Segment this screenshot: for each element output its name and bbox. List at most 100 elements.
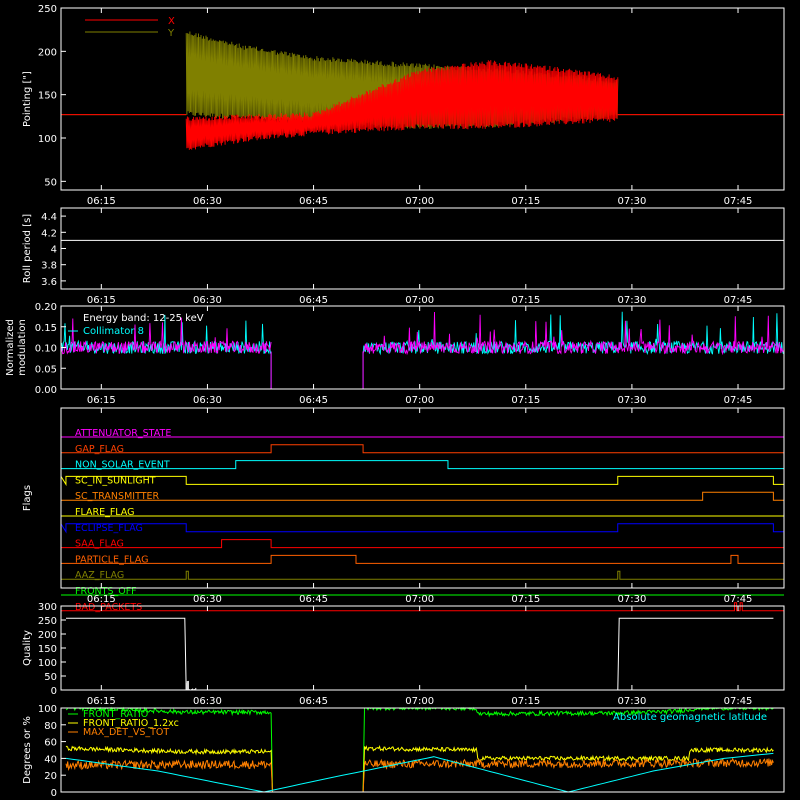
- x-tick-label: 06:15: [87, 696, 116, 707]
- flag-label: FLARE_FLAG: [75, 507, 135, 518]
- y-tick-label: 0: [51, 788, 57, 799]
- y-tick-label: 200: [38, 47, 57, 58]
- flag-label: SC_TRANSMITTER: [75, 491, 160, 502]
- y-tick-label: 0.15: [35, 323, 57, 334]
- series-line: [65, 757, 774, 793]
- x-tick-label: 06:30: [193, 395, 222, 406]
- flag-label: NON_SOLAR_EVENT: [75, 460, 170, 471]
- y-axis-label: Roll period [s]: [22, 214, 33, 283]
- legend-label: Y: [167, 28, 175, 39]
- chart-roll: 3.6 3.8 4 4.2 4.4 06:15 06:30 06:45 07:00 07:15 07…: [22, 207, 785, 306]
- y-axis-label: Normalizedmodulation: [5, 319, 28, 376]
- x-tick-label: 06:15: [87, 395, 116, 406]
- y-tick-label: 0.05: [35, 364, 57, 375]
- y-tick-label: 100: [38, 134, 57, 145]
- y-axis-label: Pointing ["]: [22, 71, 33, 127]
- x-tick-label: 06:45: [299, 594, 328, 605]
- x-tick-label: 07:15: [511, 395, 540, 406]
- y-axis-label: Quality: [22, 630, 33, 666]
- gap-line: [270, 351, 364, 390]
- flag-line: [61, 444, 784, 454]
- x-tick-label: 07:45: [724, 594, 753, 605]
- y-tick-label: 0.10: [35, 344, 57, 355]
- x-tick-label: 07:00: [405, 395, 434, 406]
- y-tick-label: 80: [44, 721, 57, 732]
- series-line: [65, 745, 774, 793]
- x-tick-label: 07:15: [511, 196, 540, 207]
- x-tick-label: 06:30: [193, 295, 222, 306]
- flag-label: AAZ_FLAG: [75, 570, 124, 581]
- flag-line: [60, 523, 784, 534]
- figure: XY5010015020025006:15 06:30 06:45 07:00 07:1…: [5, 4, 785, 799]
- x-tick-label: 07:30: [617, 295, 646, 306]
- x-tick-label: 07:45: [724, 395, 753, 406]
- y-tick-label: 300: [38, 602, 57, 613]
- y-tick-label: 4.4: [41, 212, 57, 223]
- x-tick-label: 07:00: [405, 594, 434, 605]
- x-tick-label: 07:45: [724, 295, 753, 306]
- y-tick-label: 3.8: [41, 261, 57, 272]
- flag-line: [61, 539, 784, 549]
- x-tick-label: 07:30: [617, 696, 646, 707]
- flag-line: [61, 491, 784, 501]
- x-tick-label: 06:15: [87, 594, 116, 605]
- chart-quality: 0 50 100 150 200 250 300 06:15 06:30 06:45 07:00 07…: [22, 602, 785, 707]
- y-axis-label: Degrees or %: [22, 716, 33, 784]
- x-tick-label: 06:45: [299, 696, 328, 707]
- y-tick-label: 250: [38, 616, 57, 627]
- y-tick-label: 60: [44, 738, 57, 749]
- legend-label: Absolute geomagnetic latitude: [613, 712, 767, 723]
- flag-line: [60, 475, 784, 487]
- flag-label: PARTICLE_FLAG: [75, 554, 148, 565]
- x-tick-label: 07:30: [617, 395, 646, 406]
- y-tick-label: 100: [38, 704, 57, 715]
- chart-pointing: XY 50 100 150 200 250 06:15 06:30 06:45 07:00 07:1…: [22, 4, 785, 207]
- chart-modulation: Energy band: 12-25 keV Collimator 8 0.00 0.…: [5, 302, 785, 406]
- y-axis-label: Flags: [22, 485, 33, 511]
- x-tick-label: 07:15: [511, 295, 540, 306]
- y-tick-label: 0: [51, 686, 57, 697]
- flag-label: GAP_FLAG: [75, 444, 124, 455]
- y-tick-label: 150: [38, 644, 57, 655]
- x-tick-label: 06:30: [193, 594, 222, 605]
- y-tick-label: 100: [38, 658, 57, 669]
- annotation: Energy band: 12-25 keV: [83, 313, 204, 324]
- series-x: [61, 60, 784, 150]
- x-tick-label: 07:15: [511, 696, 540, 707]
- legend-label: MAX_DET_VS_TOT: [83, 727, 169, 738]
- y-tick-label: 0.20: [35, 302, 57, 313]
- legend-label: Collimator 8: [83, 326, 144, 337]
- y-tick-label: 0.00: [35, 385, 57, 396]
- flag-label: ECLIPSE_FLAG: [75, 523, 143, 534]
- y-tick-label: 4.2: [41, 228, 57, 239]
- y-tick-label: 50: [44, 672, 57, 683]
- y-tick-label: 200: [38, 630, 57, 641]
- chart-geo: FRONT_RATIOFRONT_RATIO_1.2xcMAX_DET_VS_T…: [22, 704, 785, 799]
- flag-label: SC_IN_SUNLIGHT: [75, 475, 156, 486]
- x-tick-label: 06:45: [299, 196, 328, 207]
- x-tick-label: 06:45: [299, 295, 328, 306]
- flag-line: [61, 570, 784, 580]
- x-tick-label: 07:00: [405, 295, 434, 306]
- y-tick-label: 50: [44, 177, 57, 188]
- x-tick-label: 07:30: [617, 594, 646, 605]
- series-line: [66, 617, 774, 691]
- y-tick-label: 4: [51, 245, 57, 256]
- x-tick-label: 06:15: [87, 196, 116, 207]
- x-tick-label: 07:00: [405, 696, 434, 707]
- x-tick-label: 06:30: [193, 196, 222, 207]
- x-tick-label: 07:45: [724, 696, 753, 707]
- x-tick-label: 07:30: [617, 196, 646, 207]
- y-tick-label: 250: [38, 4, 57, 15]
- y-tick-label: 3.6: [41, 277, 57, 288]
- flag-label: SAA_FLAG: [75, 539, 124, 550]
- y-tick-label: 150: [38, 91, 57, 102]
- x-tick-label: 07:00: [405, 196, 434, 207]
- chart-flags: ATTENUATOR_STATE GAP_FLAG NON_SOLAR_EVENT S…: [22, 407, 785, 613]
- gap-line: [270, 351, 364, 390]
- flag-label: ATTENUATOR_STATE: [75, 428, 171, 439]
- x-tick-label: 06:30: [193, 696, 222, 707]
- flag-line: [61, 554, 784, 564]
- plot-frame: [60, 207, 785, 290]
- x-tick-label: 06:45: [299, 395, 328, 406]
